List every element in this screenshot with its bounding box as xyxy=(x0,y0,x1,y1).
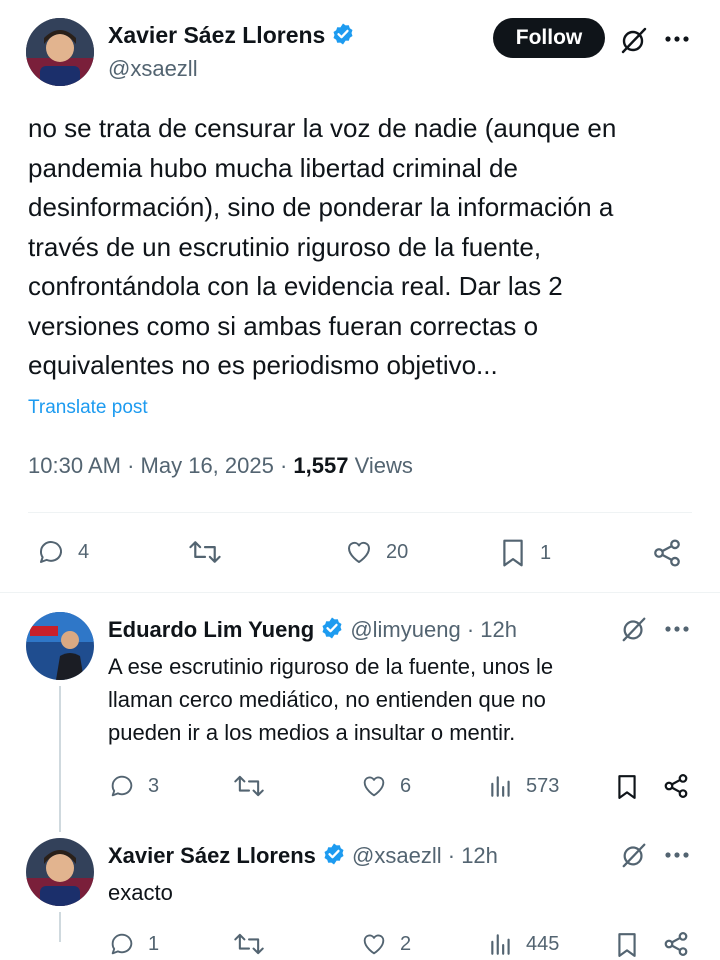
bookmark-icon xyxy=(498,537,528,569)
reply-icon xyxy=(108,930,136,958)
verified-badge-icon xyxy=(322,842,346,872)
author-header: Xavier Sáez Llorens xyxy=(108,22,355,51)
separator: · xyxy=(466,617,475,642)
reply-action[interactable]: 3 xyxy=(108,772,159,800)
reply-line: llaman cerco mediático, no entienden que… xyxy=(108,687,546,712)
views-count: 573 xyxy=(526,774,560,797)
like-action[interactable]: 2 xyxy=(360,930,411,958)
share-icon[interactable] xyxy=(651,537,683,569)
reply-icon xyxy=(108,772,136,800)
more-options-icon[interactable] xyxy=(664,851,690,859)
verified-badge-icon xyxy=(320,616,344,646)
separator: · xyxy=(127,453,135,478)
bookmark-icon[interactable] xyxy=(614,930,640,960)
repost-icon xyxy=(233,930,265,958)
tweet-line: confrontándola con la evidencia real. Da… xyxy=(28,271,563,301)
tweet-time[interactable]: 10:30 AM xyxy=(28,453,121,478)
repost-action[interactable] xyxy=(233,772,265,800)
views-count: 1,557 xyxy=(293,453,349,478)
like-count: 6 xyxy=(400,774,412,797)
like-count: 2 xyxy=(400,932,412,955)
tweet-line: través de un escrutinio riguroso de la f… xyxy=(28,231,542,262)
tweet-meta: 10:30 AM · May 16, 2025 · 1,557 Views xyxy=(28,453,413,479)
follow-button[interactable]: Follow xyxy=(493,18,605,58)
grok-icon[interactable] xyxy=(620,615,648,643)
reply-author-avatar[interactable] xyxy=(26,612,94,680)
like-action[interactable]: 20 xyxy=(344,537,408,567)
tweet-line: pandemia hubo mucha libertad criminal de xyxy=(28,152,518,183)
repost-icon xyxy=(233,772,265,800)
reply-action[interactable]: 1 xyxy=(108,930,159,958)
reply-action[interactable]: 4 xyxy=(36,537,89,567)
like-count: 20 xyxy=(386,540,409,563)
thread-line xyxy=(59,912,61,942)
like-action[interactable]: 6 xyxy=(360,772,411,800)
repost-action[interactable] xyxy=(188,537,222,567)
reply-author-name[interactable]: Eduardo Lim Yueng xyxy=(108,617,314,642)
bookmark-icon[interactable] xyxy=(614,772,640,802)
grok-icon[interactable] xyxy=(619,25,649,55)
share-icon[interactable] xyxy=(662,772,690,800)
separator: · xyxy=(447,843,456,868)
repost-action[interactable] xyxy=(233,930,265,958)
reply-body: exacto xyxy=(108,880,173,905)
views-icon xyxy=(488,930,514,958)
verified-badge-icon xyxy=(331,22,355,51)
views-action[interactable]: 573 xyxy=(488,772,559,800)
reply-time[interactable]: 12h xyxy=(461,843,498,868)
tweet-line: no se trata de censurar la voz de nadie … xyxy=(28,113,617,143)
grok-icon[interactable] xyxy=(620,841,648,869)
reply-body: A ese escrutinio riguroso de la fuente, … xyxy=(108,650,708,749)
reply-author-name[interactable]: Xavier Sáez Llorens xyxy=(108,843,316,868)
bookmark-count: 1 xyxy=(540,541,552,564)
translate-post-link[interactable]: Translate post xyxy=(28,397,148,419)
reply-line: pueden ir a los medios a insultar o ment… xyxy=(108,720,516,745)
share-icon[interactable] xyxy=(662,930,690,958)
author-handle[interactable]: @xsaezll xyxy=(108,56,198,82)
separator: · xyxy=(279,453,288,478)
reply-line: A ese escrutinio riguroso de la fuente, … xyxy=(108,654,554,679)
author-name[interactable]: Xavier Sáez Llorens xyxy=(108,22,325,48)
reply-header: Xavier Sáez Llorens @xsaezll · 12h xyxy=(108,842,498,872)
reply-count: 4 xyxy=(78,540,90,563)
reply-author-handle[interactable]: @xsaezll xyxy=(352,843,442,868)
views-count: 445 xyxy=(526,932,560,955)
tweet-line: versiones como si ambas fueran correctas… xyxy=(28,310,539,341)
reply-icon xyxy=(36,537,66,567)
repost-icon xyxy=(188,537,222,567)
heart-icon xyxy=(360,930,388,958)
reply-count: 1 xyxy=(148,932,160,955)
reply-author-avatar[interactable] xyxy=(26,838,94,906)
views-action[interactable]: 445 xyxy=(488,930,559,958)
reply-count: 3 xyxy=(148,774,160,797)
divider xyxy=(0,592,720,593)
heart-icon xyxy=(344,537,374,567)
tweet-date[interactable]: May 16, 2025 xyxy=(141,453,274,478)
bookmark-action[interactable]: 1 xyxy=(498,537,551,569)
tweet-body: no se trata de censurar la voz de nadie … xyxy=(28,109,708,386)
thread-line xyxy=(59,686,61,832)
reply-author-handle[interactable]: @limyueng xyxy=(350,617,460,642)
more-options-icon[interactable] xyxy=(664,35,690,43)
divider xyxy=(28,512,692,513)
reply-header: Eduardo Lim Yueng @limyueng · 12h xyxy=(108,616,517,646)
views-icon xyxy=(488,772,514,800)
reply-time[interactable]: 12h xyxy=(480,617,517,642)
tweet-line: equivalentes no es periodismo objetivo..… xyxy=(28,350,498,380)
heart-icon xyxy=(360,772,388,800)
tweet-line: desinformación), sino de ponderar la inf… xyxy=(28,192,614,222)
more-options-icon[interactable] xyxy=(664,625,690,633)
views-label: Views xyxy=(354,453,413,478)
author-avatar[interactable] xyxy=(26,18,94,86)
